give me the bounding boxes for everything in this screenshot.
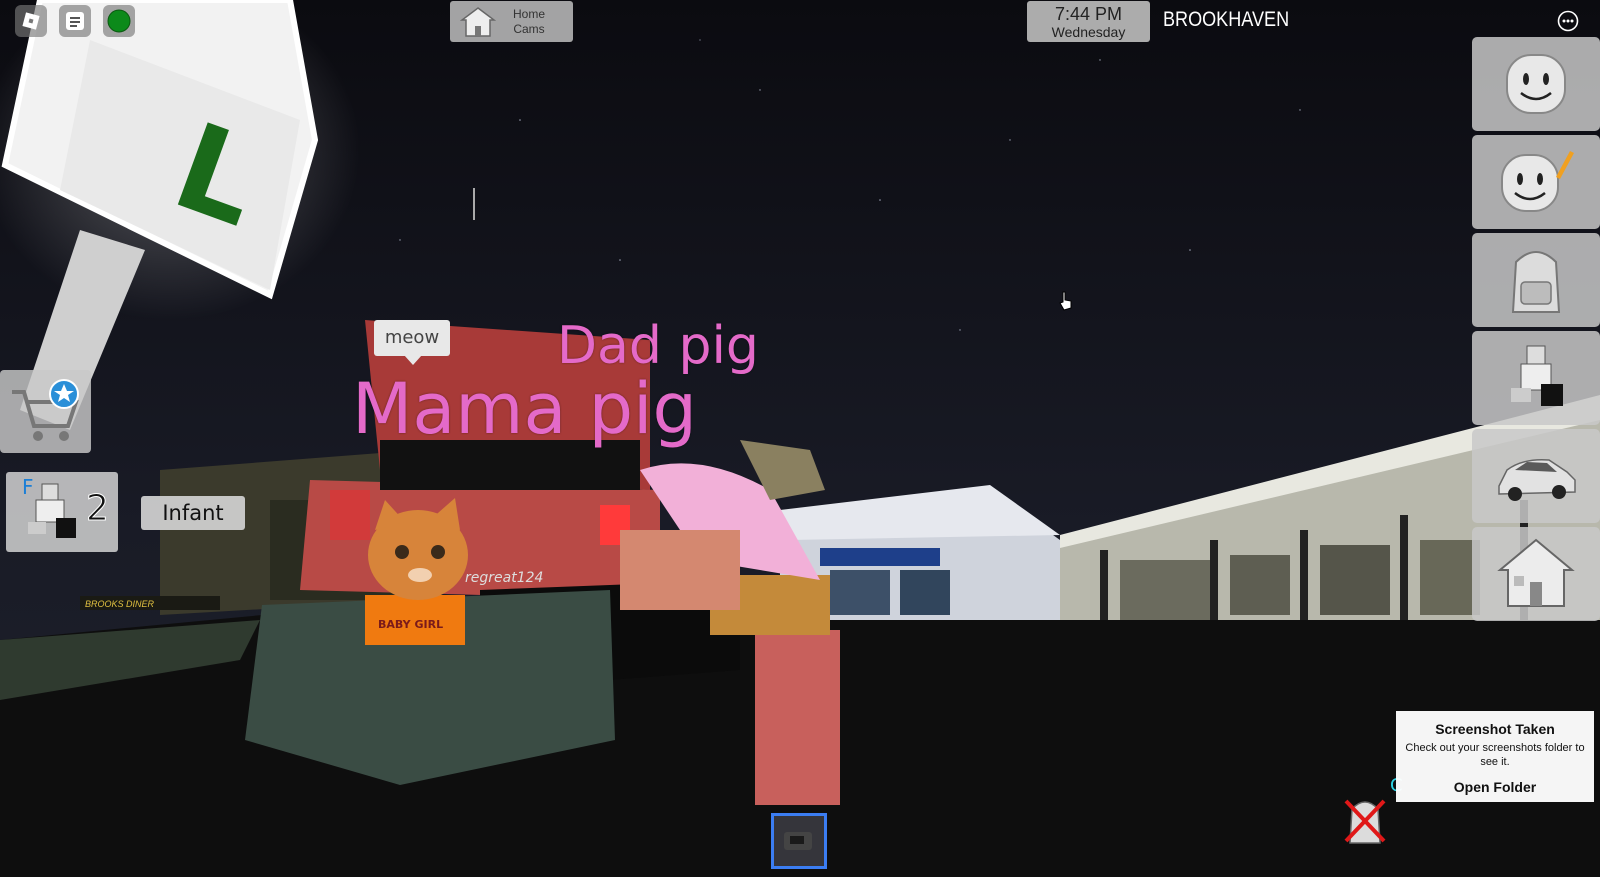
nametag-mama: Mama pig <box>352 368 697 450</box>
home-cams-label-line1: Home <box>512 6 545 21</box>
roleplay-icon <box>1511 345 1563 406</box>
family-avatar-icon <box>28 483 76 538</box>
toast-body: Check out your screenshots folder to see… <box>1405 742 1585 768</box>
avatar-face-button[interactable] <box>1472 37 1600 131</box>
roblox-menu-button[interactable] <box>15 5 47 37</box>
more-options-button[interactable] <box>1552 5 1584 37</box>
chat-bubble: meow <box>374 320 450 365</box>
home-cams-label: Home Cams <box>504 7 554 37</box>
cat-avatar: BABY GIRL <box>365 498 468 645</box>
backpack-button[interactable] <box>1472 233 1600 327</box>
clock-time: 7:44 PM <box>1054 4 1123 24</box>
text-cursor <box>473 188 475 220</box>
house-button[interactable] <box>1472 527 1600 621</box>
avatar-edit-icon <box>1501 151 1574 212</box>
roblox-logo-icon <box>22 12 40 30</box>
game-viewport[interactable]: BROOKS DINER L regreat124 BABY GIRL <box>0 0 1600 877</box>
home-cams-label-line2: Cams <box>513 21 545 36</box>
car-icon <box>1498 458 1576 501</box>
green-dot-icon <box>107 9 131 33</box>
chat-button[interactable] <box>59 5 91 37</box>
family-button[interactable]: F 2 <box>6 472 118 552</box>
backpack-icon <box>1511 251 1561 313</box>
shop-button[interactable] <box>0 370 91 453</box>
vehicle-button[interactable] <box>1472 429 1600 523</box>
disabled-backpack-button[interactable] <box>1340 795 1390 847</box>
game-clock: 7:44 PM Wednesday <box>1027 1 1150 42</box>
open-folder-button[interactable]: Open Folder <box>1396 779 1594 795</box>
place-name: BROOKHAVEN <box>1163 8 1290 31</box>
hand-cursor-icon <box>1059 291 1072 311</box>
screenshot-toast: Screenshot Taken Check out your screensh… <box>1396 711 1594 802</box>
shirt-text: BABY GIRL <box>378 618 443 631</box>
shopping-cart-icon <box>12 379 79 441</box>
toast-title: Screenshot Taken <box>1435 721 1555 737</box>
roleplay-button[interactable] <box>1472 331 1600 425</box>
role-label: Infant <box>141 496 245 530</box>
more-icon <box>1557 10 1579 32</box>
tool-item-icon <box>784 832 812 850</box>
chat-icon <box>66 12 84 30</box>
home-cams-button[interactable]: Home Cams <box>450 1 573 42</box>
clock-day: Wednesday <box>1051 24 1126 40</box>
voice-status-button[interactable] <box>103 5 135 37</box>
avatar-face-icon <box>1506 54 1566 114</box>
player-name-partial: regreat124 <box>465 570 543 586</box>
backpack-disabled-icon <box>1344 799 1386 844</box>
family-count: 2 <box>86 488 110 530</box>
nametag-dad: Dad pig <box>557 316 759 376</box>
avatar-edit-button[interactable] <box>1472 135 1600 229</box>
hotbar-slot-selected[interactable] <box>771 813 827 869</box>
house-icon <box>1497 538 1575 607</box>
diner-sign: BROOKS DINER <box>85 599 155 609</box>
house-icon <box>460 6 496 37</box>
